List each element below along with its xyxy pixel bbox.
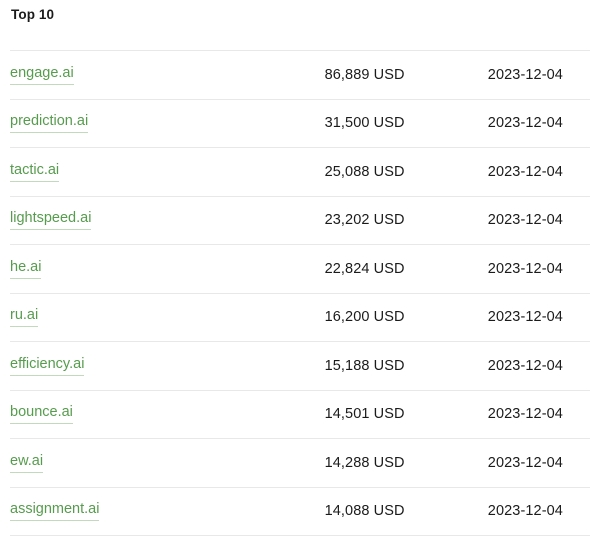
domain-link[interactable]: prediction.ai bbox=[10, 113, 89, 134]
amount-value: 31,500 USD bbox=[324, 115, 405, 132]
cell-date: 2023-12-04 bbox=[460, 389, 590, 439]
domain-link[interactable]: he.ai bbox=[10, 259, 42, 279]
top-10-panel: Top 10 engage.ai 86,889 USD 2023-12-04 p… bbox=[0, 0, 600, 542]
amount-value: 14,288 USD bbox=[324, 454, 405, 471]
date-value: 2023-12-04 bbox=[487, 66, 563, 83]
table-row: ru.ai 16,200 USD 2023-12-04 bbox=[10, 292, 590, 342]
cell-domain: ru.ai bbox=[10, 292, 269, 342]
cell-date: 2023-12-04 bbox=[460, 147, 590, 196]
table-row: prediction.ai 31,500 USD 2023-12-04 bbox=[10, 98, 590, 148]
cell-date: 2023-12-04 bbox=[460, 438, 590, 487]
date-value: 2023-12-04 bbox=[487, 309, 563, 326]
cell-domain: lightspeed.ai bbox=[10, 195, 269, 245]
cell-domain: he.ai bbox=[10, 244, 269, 293]
table-row: bounce.ai 14,501 USD 2023-12-04 bbox=[10, 389, 590, 439]
date-value: 2023-12-04 bbox=[487, 212, 563, 229]
date-value: 2023-12-04 bbox=[487, 503, 563, 520]
amount-value: 25,088 USD bbox=[324, 163, 405, 180]
cell-domain: assignment.ai bbox=[10, 486, 269, 536]
cell-amount: 14,501 USD bbox=[268, 389, 461, 439]
cell-amount: 25,088 USD bbox=[268, 147, 461, 196]
cell-date: 2023-12-04 bbox=[460, 486, 590, 536]
cell-date: 2023-12-04 bbox=[460, 98, 590, 148]
table-body: engage.ai 86,889 USD 2023-12-04 predicti… bbox=[10, 50, 590, 536]
table-row: lightspeed.ai 23,202 USD 2023-12-04 bbox=[10, 195, 590, 245]
domain-link[interactable]: efficiency.ai bbox=[10, 356, 85, 376]
cell-amount: 23,202 USD bbox=[268, 195, 461, 245]
cell-domain: tactic.ai bbox=[10, 147, 269, 196]
amount-value: 86,889 USD bbox=[324, 66, 405, 83]
cell-amount: 31,500 USD bbox=[268, 98, 461, 148]
cell-amount: 86,889 USD bbox=[268, 50, 461, 99]
cell-domain: prediction.ai bbox=[10, 98, 269, 148]
cell-date: 2023-12-04 bbox=[460, 50, 590, 99]
cell-date: 2023-12-04 bbox=[460, 341, 590, 390]
amount-value: 14,088 USD bbox=[324, 503, 405, 520]
date-value: 2023-12-04 bbox=[487, 406, 563, 423]
cell-date: 2023-12-04 bbox=[460, 244, 590, 293]
cell-domain: efficiency.ai bbox=[10, 341, 269, 390]
cell-amount: 16,200 USD bbox=[268, 292, 461, 342]
domain-link[interactable]: engage.ai bbox=[10, 65, 74, 85]
top-10-table: engage.ai 86,889 USD 2023-12-04 predicti… bbox=[10, 50, 590, 536]
amount-value: 14,501 USD bbox=[324, 406, 405, 423]
cell-date: 2023-12-04 bbox=[460, 292, 590, 342]
amount-value: 15,188 USD bbox=[324, 357, 405, 374]
table-row: efficiency.ai 15,188 USD 2023-12-04 bbox=[10, 341, 590, 390]
table-row: engage.ai 86,889 USD 2023-12-04 bbox=[10, 50, 590, 99]
cell-amount: 14,288 USD bbox=[268, 438, 461, 487]
page-title: Top 10 bbox=[11, 7, 55, 22]
cell-domain: engage.ai bbox=[10, 50, 269, 99]
amount-value: 23,202 USD bbox=[324, 212, 405, 229]
domain-link[interactable]: ru.ai bbox=[10, 307, 39, 328]
table-row: tactic.ai 25,088 USD 2023-12-04 bbox=[10, 147, 590, 196]
domain-link[interactable]: bounce.ai bbox=[10, 404, 73, 425]
amount-value: 22,824 USD bbox=[324, 260, 405, 277]
cell-amount: 15,188 USD bbox=[268, 341, 461, 390]
table-row: assignment.ai 14,088 USD 2023-12-04 bbox=[10, 486, 590, 536]
date-value: 2023-12-04 bbox=[487, 357, 563, 374]
date-value: 2023-12-04 bbox=[487, 454, 563, 471]
cell-amount: 14,088 USD bbox=[268, 486, 461, 536]
amount-value: 16,200 USD bbox=[324, 309, 405, 326]
domain-link[interactable]: assignment.ai bbox=[10, 501, 100, 522]
date-value: 2023-12-04 bbox=[487, 115, 563, 132]
cell-domain: bounce.ai bbox=[10, 389, 269, 439]
date-value: 2023-12-04 bbox=[487, 163, 563, 180]
domain-link[interactable]: ew.ai bbox=[10, 453, 44, 473]
table-row: he.ai 22,824 USD 2023-12-04 bbox=[10, 244, 590, 293]
date-value: 2023-12-04 bbox=[487, 260, 563, 277]
cell-amount: 22,824 USD bbox=[268, 244, 461, 293]
domain-link[interactable]: tactic.ai bbox=[10, 162, 60, 182]
table-row: ew.ai 14,288 USD 2023-12-04 bbox=[10, 438, 590, 487]
cell-date: 2023-12-04 bbox=[460, 195, 590, 245]
cell-domain: ew.ai bbox=[10, 438, 269, 487]
domain-link[interactable]: lightspeed.ai bbox=[10, 210, 92, 231]
